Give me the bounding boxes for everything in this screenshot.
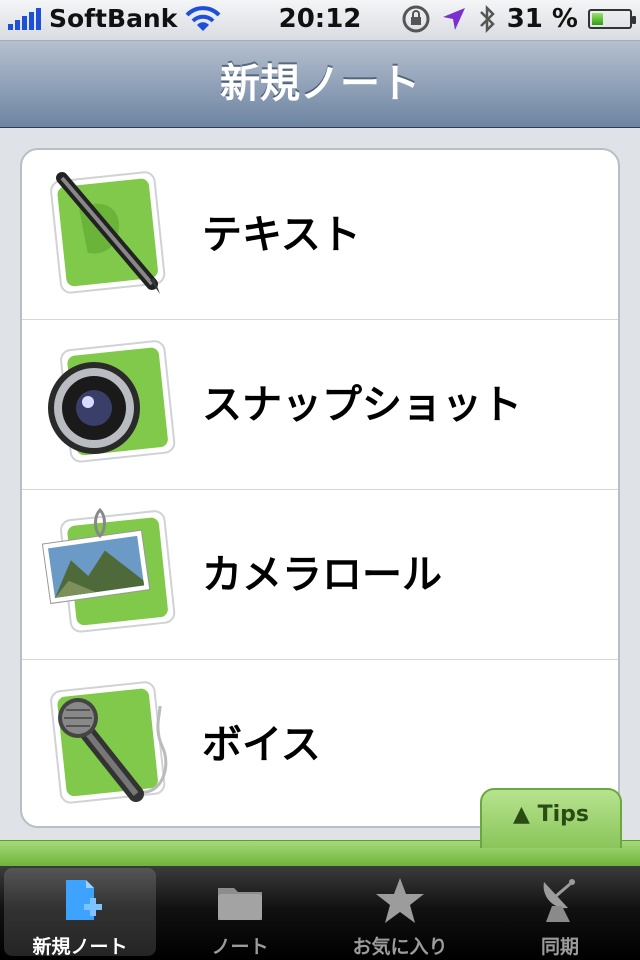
star-icon [376,878,424,923]
tab-notes[interactable]: ノート [160,866,320,960]
location-arrow-icon [442,8,465,30]
photo-note-icon [42,507,176,633]
tab-bar: 新規ノート ノート お気に入り 同期 [0,866,640,960]
list-item-label: スナップショット [202,382,522,428]
battery-percent: 31 % [506,4,578,34]
battery-icon [588,9,636,29]
tab-label: ノート [211,936,269,958]
new-note-options-list: テキスト スナップショット カメラロール ボイス [20,148,620,828]
pen-note-icon [50,171,166,294]
list-item-label: テキスト [202,212,361,258]
list-item-camera-roll[interactable]: カメラロール [22,490,618,660]
list-item-label: ボイス [202,722,321,768]
triangle-up-icon: ▲ [513,802,530,827]
tab-label: 同期 [540,936,579,958]
tab-label: お気に入り [352,936,448,958]
microphone-note-icon [50,681,168,804]
tab-label: 新規ノート [32,936,128,958]
tips-label-row: ▲ Tips [482,802,620,827]
battery-level [592,13,603,25]
rotation-lock-icon [402,5,430,33]
tab-new-note[interactable]: 新規ノート [0,866,160,960]
tips-label: Tips [537,802,589,827]
list-item-label: カメラロール [202,552,442,598]
bluetooth-icon [479,5,495,33]
list-item-text[interactable]: テキスト [22,150,618,320]
new-note-icon [66,880,102,920]
satellite-dish-icon [543,879,575,922]
status-bar: SoftBank 20:12 31 % [0,0,640,41]
page-title: 新規ノート [220,61,420,107]
navigation-bar: 新規ノート [0,41,640,128]
tab-favorites[interactable]: お気に入り [320,866,480,960]
main-content: テキスト スナップショット カメラロール ボイス [0,128,640,840]
tab-sync[interactable]: 同期 [480,866,640,960]
camera-note-icon [48,340,176,463]
status-right: 31 % [401,4,636,34]
folder-icon [218,888,262,920]
list-item-snapshot[interactable]: スナップショット [22,320,618,490]
tips-button[interactable]: ▲ Tips [480,788,622,848]
